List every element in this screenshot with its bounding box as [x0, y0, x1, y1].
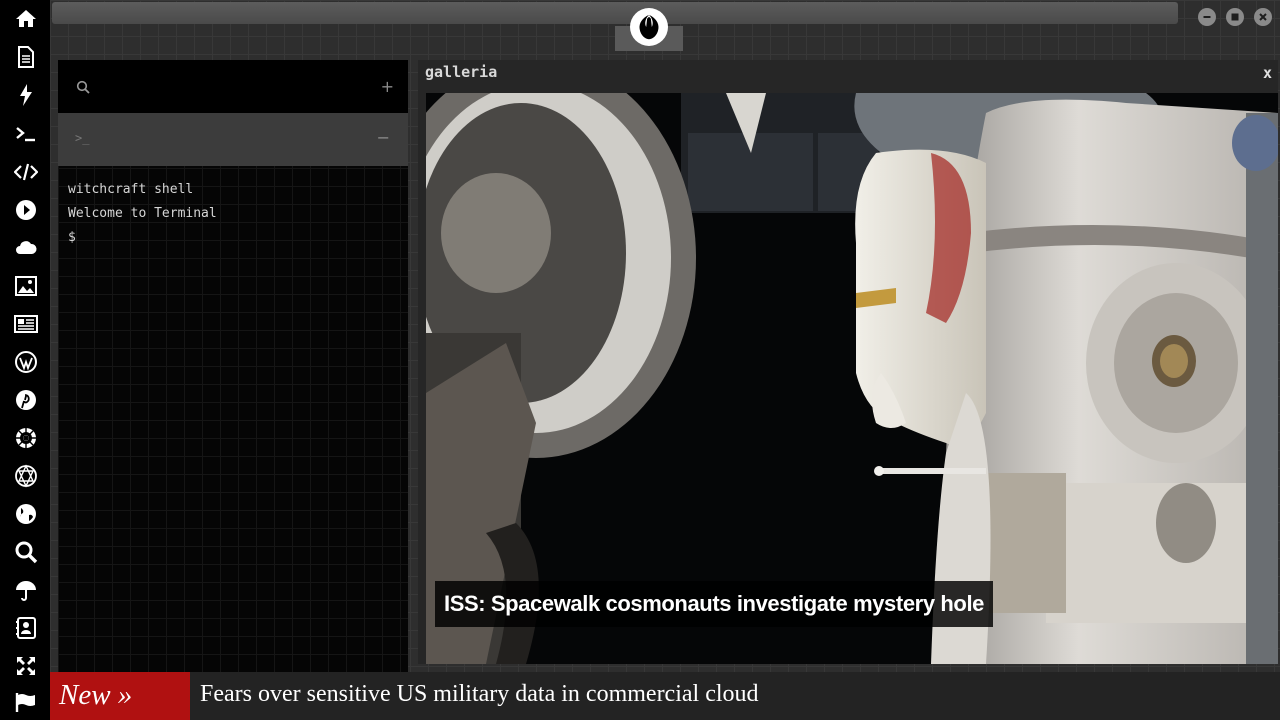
ticker-headline[interactable]: Fears over sensitive US military data in…: [200, 672, 759, 720]
geodesic-icon[interactable]: [11, 461, 41, 491]
minimize-tab-button[interactable]: −: [377, 128, 390, 147]
contacts-icon[interactable]: [11, 613, 41, 643]
home-icon[interactable]: [11, 4, 41, 34]
terminal-output[interactable]: witchcraft shell Welcome to Terminal $: [68, 178, 398, 250]
lightning-icon[interactable]: [11, 80, 41, 110]
top-bar: [52, 2, 1178, 24]
flag-icon[interactable]: [11, 687, 41, 717]
search-icon[interactable]: [76, 80, 90, 94]
terminal-line: Welcome to Terminal: [68, 206, 217, 221]
ticker-label: New »: [50, 672, 190, 720]
news-ticker: New » Fears over sensitive US military d…: [50, 672, 1280, 720]
cloud-icon[interactable]: [11, 233, 41, 263]
terminal-search-bar[interactable]: +: [58, 60, 408, 113]
expand-icon[interactable]: [11, 651, 41, 681]
window-title: galleria: [425, 63, 498, 81]
add-tab-button[interactable]: +: [381, 77, 394, 96]
close-window-button[interactable]: x: [1263, 64, 1272, 82]
terminal-icon[interactable]: [11, 119, 41, 149]
document-icon[interactable]: [11, 42, 41, 72]
app-launcher-sidebar: [0, 0, 50, 720]
pinterest-icon[interactable]: [11, 385, 41, 415]
minimize-icon[interactable]: [1198, 8, 1216, 26]
gallery-photo[interactable]: ISS: Spacewalk cosmonauts investigate my…: [426, 93, 1278, 664]
photo-caption: ISS: Spacewalk cosmonauts investigate my…: [435, 581, 993, 627]
terminal-prompt-icon: >_: [75, 131, 90, 145]
umbrella-icon[interactable]: [11, 575, 41, 605]
terminal-tab[interactable]: >_ −: [58, 113, 408, 166]
galleria-window: galleria x ISS: Spacewalk cosmonauts inv…: [418, 60, 1278, 664]
maximize-icon[interactable]: [1226, 8, 1244, 26]
close-icon[interactable]: [1254, 8, 1272, 26]
terminal-window[interactable]: + >_ − witchcraft shell Welcome to Termi…: [58, 60, 408, 672]
rebel-alliance-icon[interactable]: [630, 8, 668, 46]
terminal-line: witchcraft shell: [68, 182, 194, 197]
play-icon[interactable]: [11, 195, 41, 225]
globe-icon[interactable]: [11, 499, 41, 529]
image-icon[interactable]: [11, 271, 41, 301]
wordpress-icon[interactable]: [11, 347, 41, 377]
galactic-empire-icon[interactable]: [11, 423, 41, 453]
code-icon[interactable]: [11, 157, 41, 187]
newspaper-icon[interactable]: [11, 309, 41, 339]
terminal-prompt[interactable]: $: [68, 226, 398, 250]
search-icon[interactable]: [11, 537, 41, 567]
